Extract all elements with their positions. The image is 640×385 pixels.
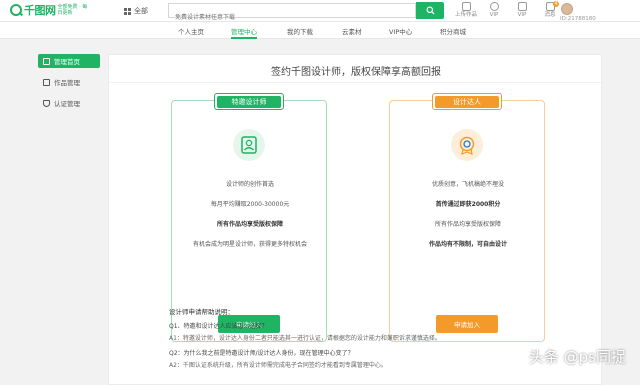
card-line: 优质创意，飞机稿绝不埋没 bbox=[431, 181, 504, 188]
help-section: 设计师申请帮助说明： Q1、特邀和设计达人应该怎么选择？ A1：特邀设计师，设计… bbox=[169, 306, 549, 375]
designer-badge-icon bbox=[233, 129, 265, 161]
card-line: 每月平均赚取2000-30000元 bbox=[210, 201, 290, 208]
faq-answer: A1：特邀设计师，设计达人身份二者只能选其一进行认证，请根据您的设计能力和兼职诉… bbox=[169, 335, 441, 342]
sidebar-item-label: 管理首页 bbox=[54, 58, 80, 66]
settings-icon bbox=[43, 78, 50, 86]
page-title: 签约千图设计师，版权保障享高额回报 bbox=[271, 67, 441, 78]
sidebar-item-label: 作品管理 bbox=[54, 79, 80, 87]
vip-label: VIP bbox=[489, 12, 499, 18]
site-logo[interactable]: 千图网 全部免费 · 每日更新 bbox=[10, 3, 92, 17]
nav-item-management[interactable]: 管理中心 bbox=[231, 26, 257, 36]
main-nav: 个人主页 管理中心 我的下载 云素材 VIP中心 积分商城 bbox=[0, 22, 640, 39]
sidebar-item-works[interactable]: 作品管理 bbox=[38, 75, 100, 89]
header-actions: 上传作品 VIP VIP 消息 4 bbox=[452, 1, 564, 19]
vip-crown-label: VIP bbox=[517, 12, 527, 18]
message-count-badge: 4 bbox=[553, 1, 560, 7]
card-line: 首传通过即获2000积分 bbox=[435, 201, 501, 208]
vip-crown-button[interactable]: VIP bbox=[508, 1, 536, 19]
card-line: 设计师的创作首选 bbox=[225, 181, 274, 188]
vip-button[interactable]: VIP bbox=[480, 1, 508, 19]
search-box bbox=[168, 3, 416, 24]
help-heading: 设计师申请帮助说明： bbox=[169, 308, 234, 316]
card-line: 有机会成为明星设计师，获得更多特权机会 bbox=[192, 241, 307, 248]
card-tag: 设计达人 bbox=[432, 93, 502, 110]
divider bbox=[109, 82, 603, 83]
nav-item-points-mall[interactable]: 积分商城 bbox=[440, 26, 466, 36]
category-label: 全部 bbox=[134, 7, 148, 15]
upload-button[interactable]: 上传作品 bbox=[452, 1, 480, 19]
card-tag-label: 特邀设计师 bbox=[217, 95, 281, 108]
vip-icon bbox=[489, 2, 499, 11]
upload-label: 上传作品 bbox=[454, 12, 477, 18]
sidebar-item-certification[interactable]: 认证管理 bbox=[38, 96, 100, 110]
active-tab-indicator bbox=[231, 37, 257, 39]
avatar[interactable] bbox=[561, 3, 573, 15]
nav-item-downloads[interactable]: 我的下载 bbox=[287, 26, 313, 36]
faq-question: Q1、特邀和设计达人应该怎么选择？ bbox=[169, 323, 268, 330]
card-tag: 特邀设计师 bbox=[214, 93, 284, 110]
faq-question: Q2：为什么我之前是特邀设计师/设计达人身份，现在管理中心变了？ bbox=[169, 350, 354, 357]
card-line: 所有作品均享受版权保障 bbox=[434, 221, 501, 228]
upload-icon bbox=[461, 2, 471, 11]
card-tag-label: 设计达人 bbox=[435, 95, 499, 108]
shield-icon bbox=[43, 99, 50, 107]
grid-icon bbox=[124, 7, 131, 15]
main-panel: 签约千图设计师，版权保障享高额回报 特邀设计师 设计师的创作首选 每月平均赚取2… bbox=[108, 54, 603, 385]
card-line: 作品均有不限制，可自由设计 bbox=[428, 241, 507, 248]
search-button[interactable] bbox=[416, 2, 444, 19]
logo-mark-icon bbox=[10, 4, 22, 16]
nav-item-profile[interactable]: 个人主页 bbox=[178, 26, 204, 36]
nav-item-cloud[interactable]: 云素材 bbox=[342, 26, 362, 36]
search-icon bbox=[425, 6, 435, 15]
nav-item-vip[interactable]: VIP中心 bbox=[389, 26, 412, 36]
home-icon bbox=[43, 57, 50, 65]
vip-crown-icon bbox=[517, 2, 527, 11]
sidebar-item-label: 认证管理 bbox=[54, 100, 80, 108]
expert-badge-icon bbox=[451, 129, 483, 161]
sidebar-item-home[interactable]: 管理首页 bbox=[38, 54, 100, 68]
faq-answer: A2：千图认证系统升级，所有设计师需完成电子合同签约才能看到专属管理中心。 bbox=[169, 362, 387, 369]
card-line: 所有作品均享受版权保障 bbox=[216, 221, 283, 228]
logo-tagline: 全部免费 · 每日更新 bbox=[57, 4, 88, 16]
watermark: 头条 @ps同捉 bbox=[528, 348, 626, 366]
sidebar: 管理首页 作品管理 认证管理 bbox=[38, 54, 100, 117]
top-header: 千图网 全部免费 · 每日更新 全部 上传作品 VIP VIP 消息 4 bbox=[0, 0, 640, 24]
category-menu[interactable]: 全部 bbox=[124, 6, 148, 16]
logo-text: 千图网 bbox=[24, 4, 56, 17]
